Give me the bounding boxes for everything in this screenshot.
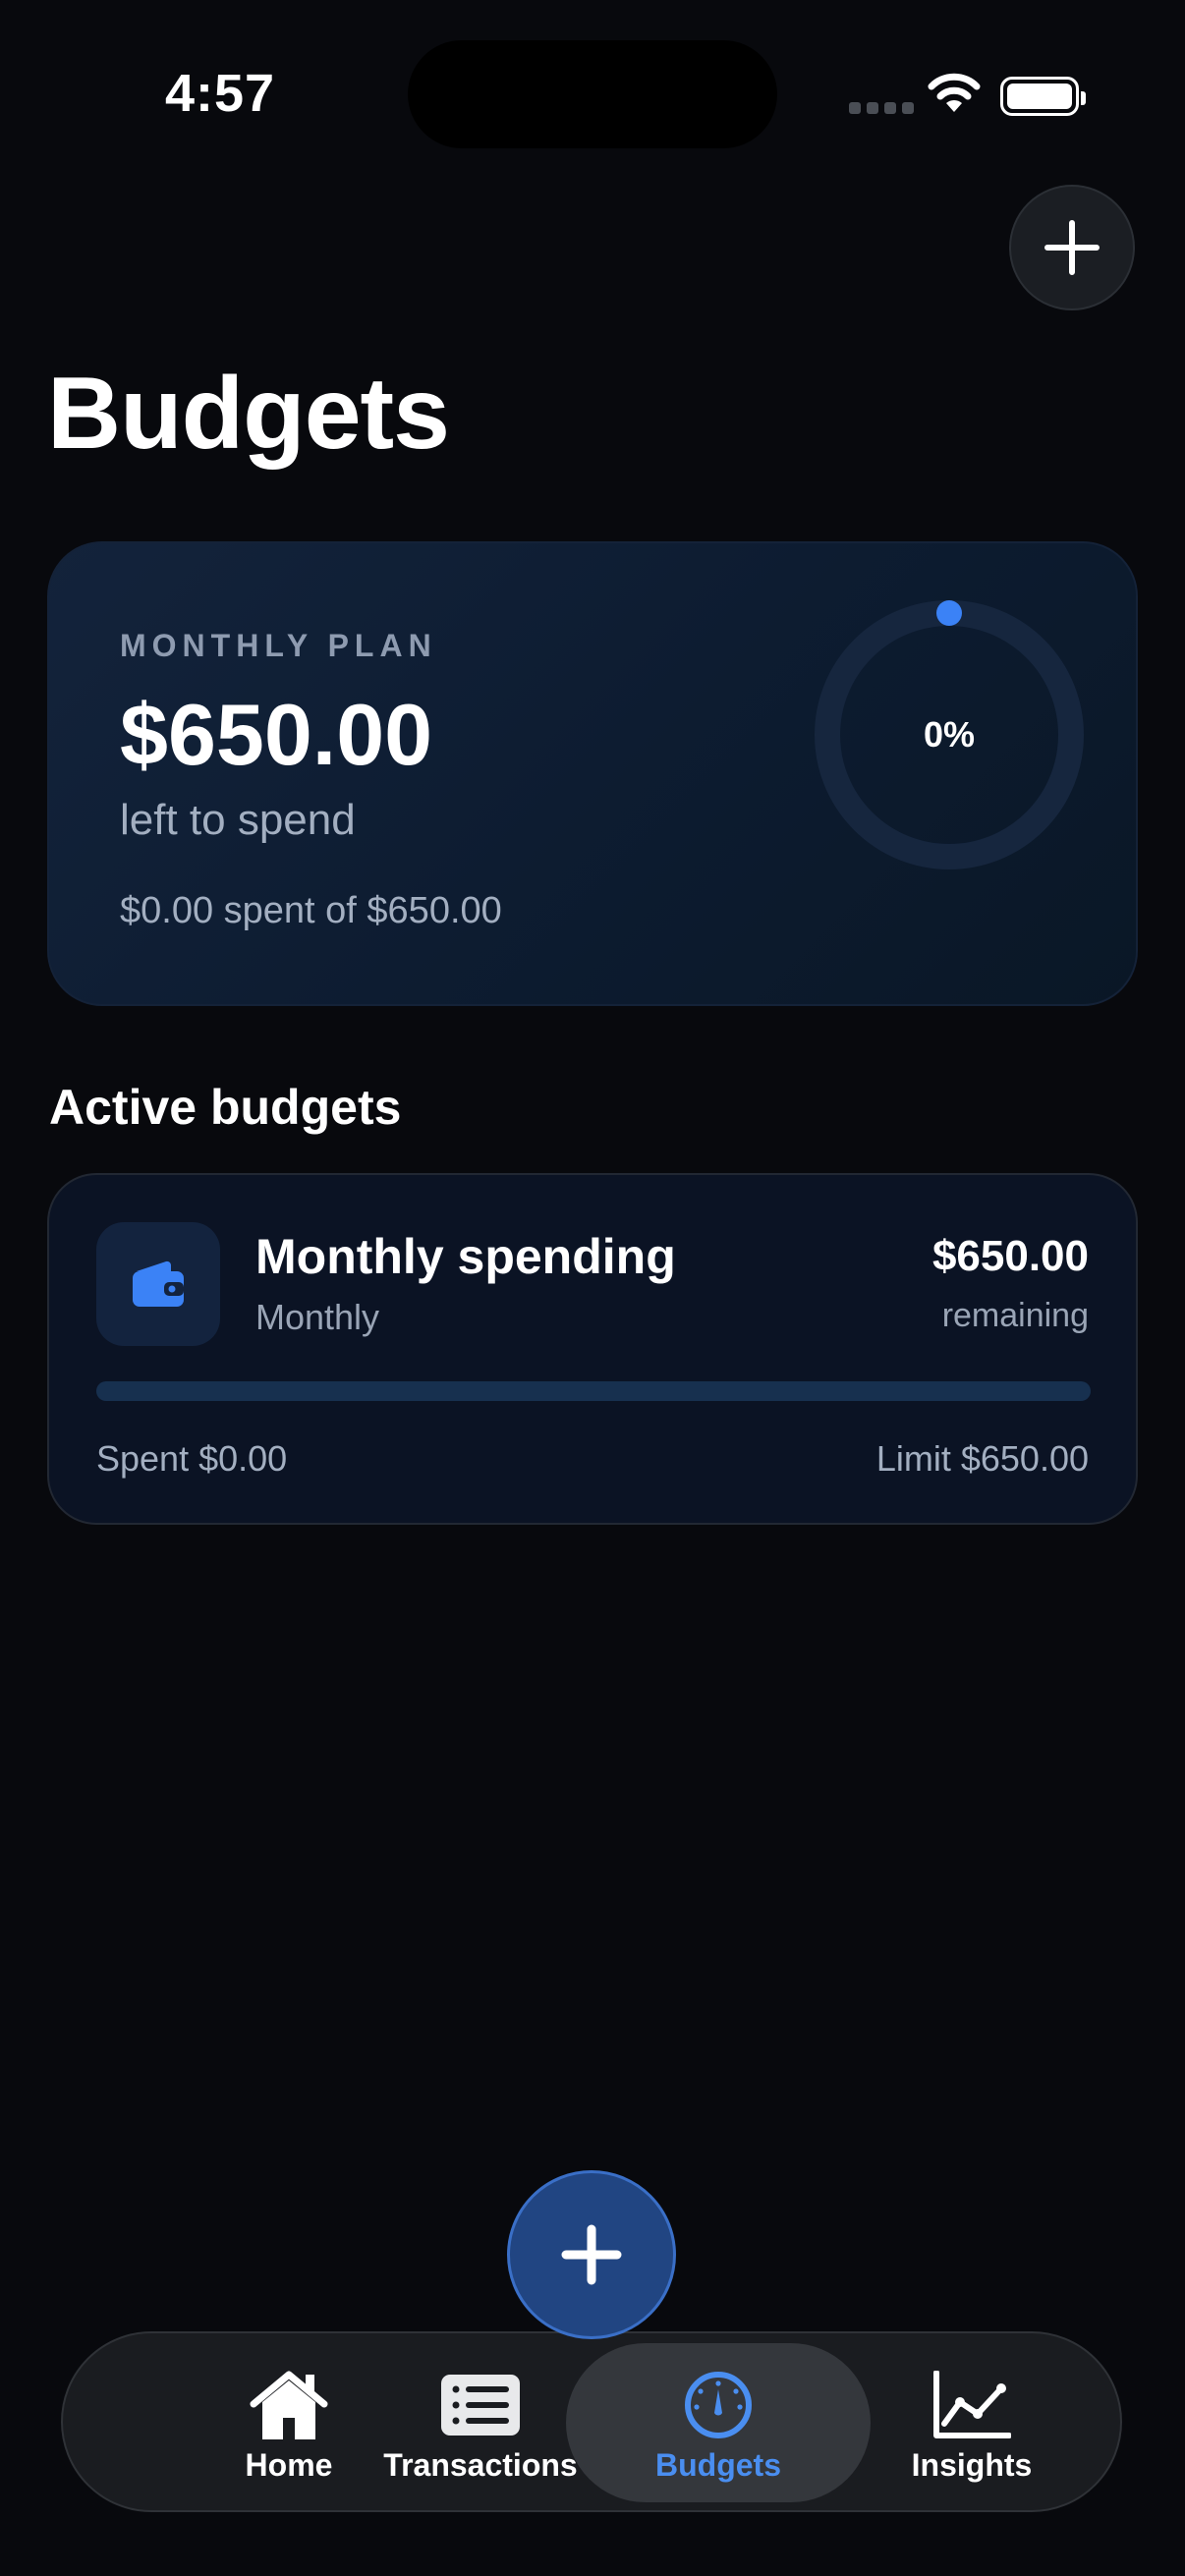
monthly-plan-card: MONTHLY PLAN $650.00 left to spend $0.00… bbox=[47, 541, 1138, 1006]
dynamic-island bbox=[408, 40, 777, 148]
budget-remaining-label: remaining bbox=[941, 1297, 1089, 1334]
tab-insights[interactable]: Insights bbox=[869, 2333, 1075, 2514]
tab-budgets-label: Budgets bbox=[655, 2447, 781, 2483]
tab-bar: Home Transactions Budgets Insights bbox=[61, 2331, 1122, 2512]
plus-icon bbox=[561, 2224, 622, 2285]
budget-progress-bar bbox=[96, 1381, 1091, 1401]
battery-icon bbox=[1000, 77, 1086, 116]
plan-eyebrow: MONTHLY PLAN bbox=[120, 628, 437, 663]
amount-left-label: left to spend bbox=[120, 796, 356, 844]
add-budget-button[interactable] bbox=[1009, 185, 1135, 310]
plus-icon bbox=[1044, 220, 1100, 275]
page-title: Budgets bbox=[47, 357, 450, 471]
chart-line-icon bbox=[933, 2371, 1011, 2438]
tab-transactions-label: Transactions bbox=[383, 2447, 578, 2483]
gauge-icon bbox=[685, 2372, 752, 2438]
wallet-icon bbox=[133, 1260, 184, 1307]
tab-home-label: Home bbox=[245, 2447, 333, 2483]
section-title-active-budgets: Active budgets bbox=[49, 1080, 402, 1135]
spent-detail: $0.00 spent of $650.00 bbox=[120, 890, 502, 931]
status-time: 4:57 bbox=[165, 64, 276, 123]
budgets-screen: 4:57 Budgets MONTHLY PLAN $650.00 left t… bbox=[0, 0, 1185, 2576]
cellular-signal-icon bbox=[849, 102, 914, 114]
tab-budgets[interactable]: Budgets bbox=[566, 2333, 871, 2514]
budget-period: Monthly bbox=[255, 1297, 380, 1337]
progress-percent: 0% bbox=[923, 714, 976, 755]
budget-icon-tile bbox=[96, 1222, 220, 1346]
tab-insights-label: Insights bbox=[911, 2447, 1033, 2483]
budget-spent: Spent $0.00 bbox=[96, 1438, 288, 1479]
wifi-icon bbox=[928, 73, 981, 112]
budget-remaining-amount: $650.00 bbox=[931, 1232, 1089, 1280]
list-icon bbox=[441, 2375, 520, 2436]
amount-left: $650.00 bbox=[120, 686, 433, 783]
budget-name: Monthly spending bbox=[255, 1229, 676, 1284]
add-transaction-fab[interactable] bbox=[507, 2170, 676, 2339]
budget-card[interactable]: Monthly spending Monthly $650.00 remaini… bbox=[47, 1173, 1138, 1525]
house-icon bbox=[250, 2371, 328, 2439]
budget-limit: Limit $650.00 bbox=[875, 1438, 1089, 1479]
